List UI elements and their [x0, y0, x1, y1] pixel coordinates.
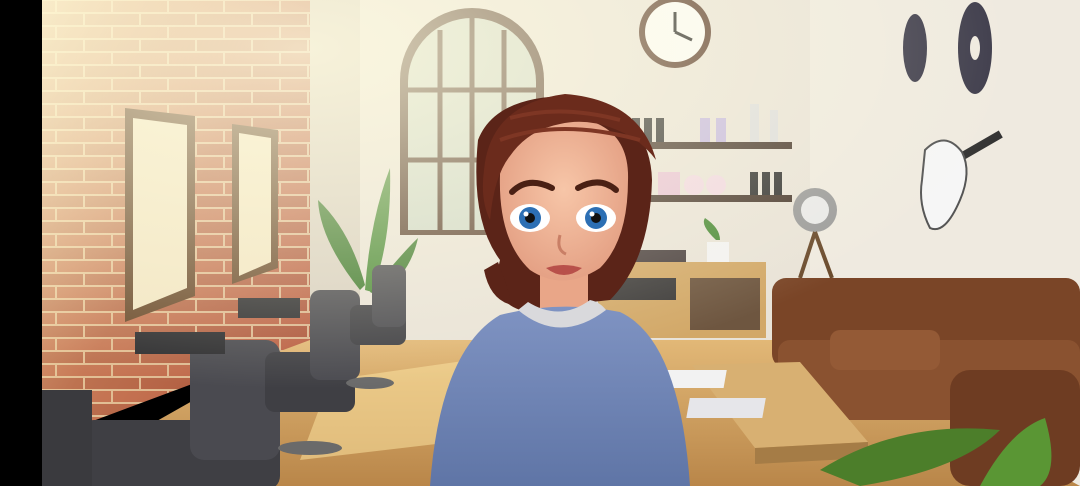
right-eye: [576, 204, 616, 232]
salon-scene: [42, 0, 1080, 486]
left-eye: [510, 204, 550, 232]
